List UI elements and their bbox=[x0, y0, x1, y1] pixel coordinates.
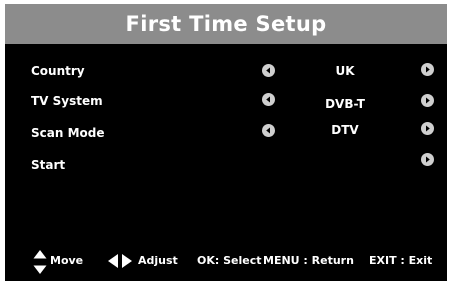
right-arrow-icon[interactable] bbox=[421, 122, 434, 135]
exit-label: EXIT : Exit bbox=[369, 254, 433, 267]
tv-system-label: TV System bbox=[31, 94, 103, 108]
start-label: Start bbox=[31, 158, 66, 172]
menu-row-country[interactable]: Country UK bbox=[5, 62, 447, 82]
up-down-arrow-icon bbox=[33, 250, 47, 274]
menu-return-label: MENU : Return bbox=[263, 254, 354, 267]
right-arrow-icon[interactable] bbox=[421, 153, 434, 166]
left-arrow-icon[interactable] bbox=[262, 93, 275, 106]
right-arrow-icon[interactable] bbox=[421, 94, 434, 107]
right-arrow-icon[interactable] bbox=[421, 63, 434, 76]
country-value: UK bbox=[335, 64, 355, 78]
setup-screen: First Time Setup Country UK TV System DV… bbox=[5, 4, 447, 281]
country-label: Country bbox=[31, 64, 85, 78]
move-label: Move bbox=[50, 254, 84, 267]
left-right-arrow-icon bbox=[108, 254, 132, 268]
menu-row-start[interactable]: Start bbox=[5, 153, 447, 176]
scan-mode-label: Scan Mode bbox=[31, 126, 105, 140]
page-title: First Time Setup bbox=[125, 12, 327, 36]
menu-row-scan-mode[interactable]: Scan Mode DTV bbox=[5, 122, 447, 144]
left-arrow-icon[interactable] bbox=[262, 124, 275, 137]
ok-select-label: OK: Select bbox=[197, 254, 262, 267]
tv-system-value: DVB-T bbox=[325, 97, 365, 111]
menu-row-tv-system[interactable]: TV System DVB-T bbox=[5, 92, 447, 112]
title-bar: First Time Setup bbox=[5, 4, 447, 44]
left-arrow-icon[interactable] bbox=[262, 64, 275, 77]
scan-mode-value: DTV bbox=[331, 123, 359, 137]
key-legend: Move Adjust OK: Select MENU : Return EXI… bbox=[5, 250, 447, 274]
adjust-label: Adjust bbox=[138, 254, 178, 267]
